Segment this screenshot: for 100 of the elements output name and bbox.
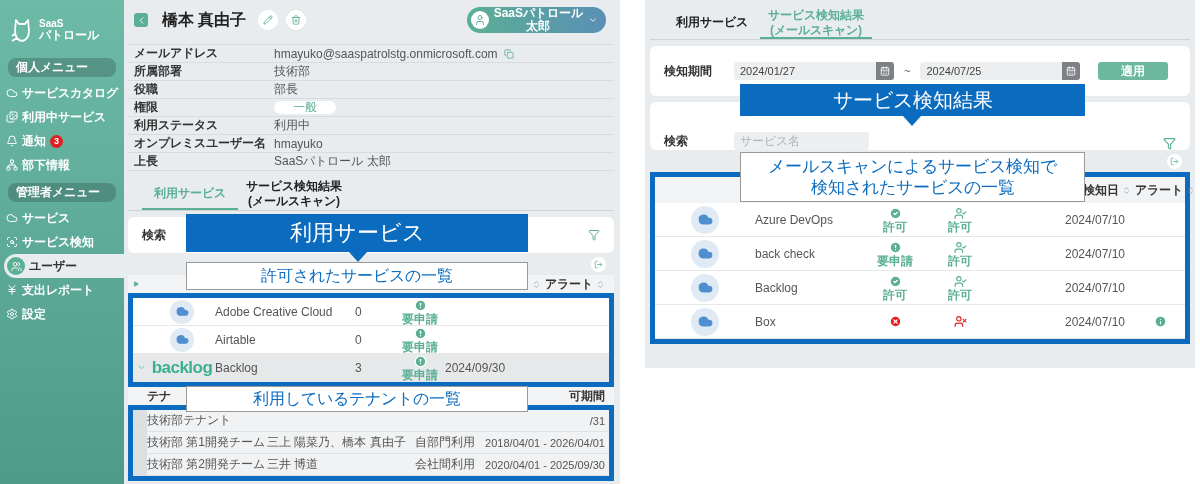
- table-cell-text: /31: [589, 414, 606, 427]
- status-label: 要申請: [877, 254, 913, 267]
- logo-text: SaaS: [39, 17, 65, 29]
- calendar-button[interactable]: [1062, 62, 1081, 80]
- status-label: 許可: [948, 254, 972, 267]
- sort-icon[interactable]: [1122, 185, 1131, 195]
- info-icon[interactable]: [1153, 315, 1167, 328]
- service-name: Backlog: [215, 360, 258, 375]
- tab[interactable]: 利用サービス: [142, 179, 238, 210]
- callout-caption: 検知されたサービスの一覧: [810, 177, 1015, 199]
- apply-button[interactable]: 適用: [1098, 62, 1169, 80]
- search-field[interactable]: サービス名: [734, 132, 869, 150]
- table-cell: 2024/09/30: [445, 360, 506, 375]
- chevron-icon: [588, 15, 598, 25]
- field-label: 利用ステータス: [134, 117, 219, 134]
- account-menu[interactable]: SaaSパトロール 太郎: [466, 7, 606, 33]
- calendar-icon: [1066, 66, 1077, 76]
- service-name: Box: [755, 314, 776, 329]
- scan-icon: [6, 236, 18, 248]
- column-header: 可期間: [569, 387, 606, 405]
- sidebar-item[interactable]: サービス検知: [0, 230, 124, 254]
- table-cell: 2024/07/10: [1064, 246, 1126, 261]
- status-label: 要申請: [402, 368, 438, 381]
- menu-section-label: 個人メニュー: [8, 58, 116, 77]
- field-label: 権限: [134, 99, 159, 116]
- table-cell: 0: [355, 332, 362, 347]
- sidebar-item[interactable]: 支出レポート: [0, 278, 124, 302]
- period-label: 検知期間: [664, 62, 713, 80]
- column-header: テナ: [147, 387, 171, 405]
- tenant-name: 技術部テナント: [147, 412, 231, 429]
- field-label: 役職: [134, 81, 159, 98]
- field-value: hmayuko: [274, 136, 324, 151]
- network-icon: [6, 159, 18, 171]
- yen-icon: [6, 284, 18, 296]
- table-cell: 2024/07/10: [1064, 280, 1126, 295]
- cloud-icon: [6, 212, 18, 224]
- tab[interactable]: 利用サービス: [664, 8, 760, 39]
- range-separator: ~: [904, 65, 911, 77]
- status-label: 要申請: [402, 340, 438, 353]
- tab[interactable]: サービス検知結果 (メールスキャン): [238, 179, 350, 210]
- status-label: 許可: [948, 288, 972, 301]
- filter-icon[interactable]: [1163, 137, 1176, 150]
- status-label: 許可: [883, 288, 907, 301]
- field-label: オンプレミスユーザー名: [134, 135, 267, 152]
- date-field[interactable]: 2024/07/25: [920, 62, 1081, 80]
- calendar-icon: [880, 66, 890, 76]
- callout-pointer: [349, 252, 367, 262]
- sidebar-item[interactable]: 通知 3: [0, 129, 124, 153]
- sidebar-item[interactable]: 設定: [0, 302, 124, 326]
- service-logo: backlog: [151, 357, 213, 378]
- tenant-name: 技術部 第2開発チーム: [147, 456, 265, 473]
- sidebar-item[interactable]: ユーザー: [4, 254, 124, 278]
- sort-icon[interactable]: [532, 280, 541, 289]
- sidebar-item[interactable]: 利用中サービス: [0, 105, 124, 129]
- callout-caption: メールスキャンによるサービス検知で: [768, 155, 1057, 177]
- field-value: hmayuko@saaspatrolstg.onmicrosoft.com: [274, 46, 498, 61]
- calendar-button[interactable]: [876, 62, 894, 80]
- bell-icon: [6, 135, 18, 147]
- edit-button[interactable]: [258, 10, 279, 30]
- date-field[interactable]: 2024/01/27: [734, 62, 894, 80]
- logo-text: パトロール: [39, 28, 99, 43]
- table-cell: 会社間利用: [415, 456, 475, 473]
- menu-section-label: 管理者メニュー: [8, 183, 116, 202]
- sidebar-item[interactable]: サービス: [0, 206, 124, 230]
- export-icon: [594, 260, 603, 269]
- expand-icon[interactable]: [133, 281, 139, 287]
- back-button[interactable]: [134, 13, 148, 27]
- sort-icon[interactable]: [1186, 185, 1195, 195]
- cloud-icon: [6, 87, 18, 99]
- delete-button[interactable]: [286, 10, 307, 30]
- search-label: 検索: [142, 226, 167, 244]
- column-header: アラート: [1135, 181, 1183, 199]
- users-icon: [7, 257, 25, 275]
- export-button[interactable]: [591, 257, 606, 272]
- search-label: 検索: [664, 133, 689, 150]
- field-label: 上長: [134, 153, 159, 170]
- table-cell: 2024/07/10: [1064, 212, 1126, 227]
- filter-icon[interactable]: [588, 229, 600, 241]
- tab[interactable]: サービス検知結果 (メールスキャン): [760, 8, 872, 39]
- collapse-icon[interactable]: [136, 363, 146, 372]
- tenant-name: 技術部 第1開発チーム: [147, 434, 265, 451]
- count-badge: 3: [50, 134, 63, 148]
- trash-icon: [291, 15, 302, 25]
- callout-title: 利用サービス: [186, 214, 528, 252]
- sidebar-item[interactable]: サービスカタログ: [0, 81, 124, 105]
- service-name: Azure DevOps: [755, 212, 834, 227]
- image-icon: [6, 111, 18, 123]
- sidebar-item[interactable]: 部下情報: [0, 153, 124, 177]
- callout-caption: 利用しているテナントの一覧: [186, 386, 528, 412]
- sort-icon[interactable]: [596, 279, 605, 289]
- copy-icon[interactable]: [503, 48, 514, 59]
- field-value: 技術部: [274, 63, 311, 80]
- status-label: 許可: [948, 220, 972, 233]
- service-name: Airtable: [215, 332, 256, 347]
- table-cell-text: 2018/04/01 - 2026/04/01: [485, 436, 606, 449]
- service-name: back check: [755, 246, 816, 261]
- field-label: メールアドレス: [134, 45, 219, 62]
- table-cell: 0: [355, 304, 362, 319]
- export-button[interactable]: [1167, 154, 1182, 169]
- avatar-icon: [470, 11, 489, 29]
